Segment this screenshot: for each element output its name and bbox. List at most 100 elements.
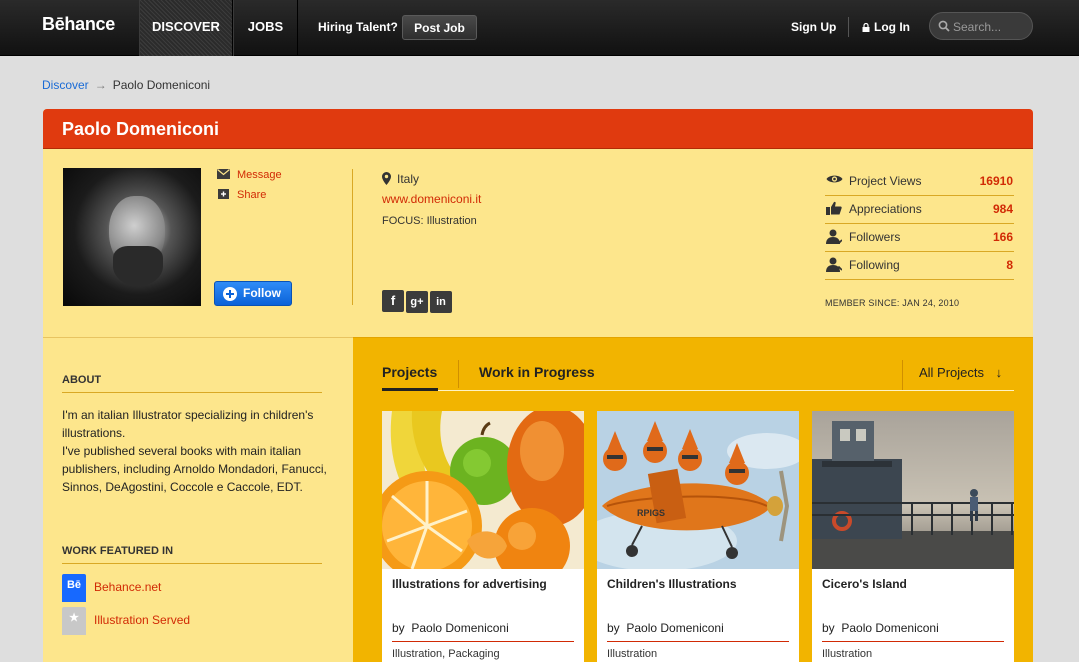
- tabs-baseline: [382, 390, 1014, 391]
- project-tile[interactable]: Illustrations for advertising by Paolo D…: [382, 411, 584, 662]
- all-projects-label: All Projects: [919, 365, 985, 380]
- avatar-beard: [113, 246, 163, 286]
- author-link[interactable]: Paolo Domeniconi: [841, 621, 938, 635]
- profile-name: Paolo Domeniconi: [62, 119, 220, 139]
- profile-card: Paolo Domeniconi Message Share Follow It…: [43, 109, 1033, 662]
- about-text: I'm an italian Illustrator specializing …: [62, 406, 332, 496]
- by-prefix: by: [392, 621, 405, 635]
- envelope-icon: [217, 169, 230, 179]
- top-navigation-bar: Bēhance DISCOVER JOBS Hiring Talent? Pos…: [0, 0, 1079, 56]
- thumbs-up-icon: [826, 201, 842, 215]
- featured-label: Behance.net: [94, 580, 162, 595]
- profile-divider: [352, 169, 353, 305]
- plus-circle-icon: [223, 287, 237, 301]
- stat-appreciations: Appreciations 984: [825, 196, 1014, 224]
- illustration-served-badge-icon: ★: [62, 607, 86, 635]
- focus-label: FOCUS: Illustration: [382, 215, 477, 227]
- location: Italy: [382, 172, 419, 186]
- project-title[interactable]: Illustrations for advertising: [392, 577, 547, 591]
- profile-header: Paolo Domeniconi: [43, 109, 1033, 149]
- author-link[interactable]: Paolo Domeniconi: [626, 621, 723, 635]
- behance-badge-icon: Bē: [62, 574, 86, 602]
- log-in-link[interactable]: Log In: [862, 20, 910, 34]
- member-since: MEMBER SINCE: JAN 24, 2010: [825, 298, 960, 308]
- project-title[interactable]: Children's Illustrations: [607, 577, 737, 591]
- author-link[interactable]: Paolo Domeniconi: [411, 621, 508, 635]
- tab-projects[interactable]: Projects: [382, 364, 437, 380]
- breadcrumb: Discover → Paolo Domeniconi: [42, 78, 210, 92]
- log-in-label: Log In: [874, 20, 910, 34]
- nav-divider: [848, 17, 849, 37]
- svg-text:RPIGS: RPIGS: [637, 508, 665, 518]
- by-prefix: by: [822, 621, 835, 635]
- stat-label: Followers: [849, 230, 901, 244]
- about-paragraph: I'm an italian Illustrator specializing …: [62, 408, 327, 494]
- stat-label: Following: [849, 258, 900, 272]
- follow-label: Follow: [243, 286, 281, 300]
- island-illustration: [812, 411, 1014, 569]
- about-sidebar: ABOUT I'm an italian Illustrator special…: [43, 337, 353, 662]
- behance-logo[interactable]: Bēhance: [42, 14, 115, 35]
- stat-project-views: Project Views 16910: [825, 168, 1014, 196]
- stat-label: Project Views: [849, 174, 922, 188]
- breadcrumb-discover-link[interactable]: Discover: [42, 78, 89, 92]
- featured-item-illustration-served[interactable]: ★ Illustration Served: [62, 607, 190, 635]
- message-link[interactable]: Message: [217, 169, 282, 181]
- share-link[interactable]: Share: [217, 189, 266, 201]
- project-title[interactable]: Cicero's Island: [822, 577, 907, 591]
- breadcrumb-arrow: →: [94, 78, 107, 92]
- all-projects-dropdown[interactable]: All Projects ↓: [902, 360, 1002, 390]
- project-thumbnail[interactable]: RPIGS: [597, 411, 799, 569]
- project-tile[interactable]: RPIGS Children's Illustrations by Paolo …: [597, 411, 799, 662]
- sign-up-link[interactable]: Sign Up: [791, 20, 836, 34]
- location-label: Italy: [397, 172, 420, 186]
- project-tile[interactable]: Cicero's Island by Paolo Domeniconi Illu…: [812, 411, 1014, 662]
- social-links: f g+ in: [382, 290, 454, 313]
- search-input[interactable]: [953, 18, 1029, 35]
- follow-button[interactable]: Follow: [214, 281, 292, 306]
- search-icon: [938, 20, 950, 32]
- stat-followers: Followers 166: [825, 224, 1014, 252]
- about-title: ABOUT: [62, 374, 322, 393]
- stat-label: Appreciations: [849, 202, 922, 216]
- work-panel: Projects Work in Progress All Projects ↓: [353, 337, 1033, 662]
- plus-box-icon: [218, 189, 229, 199]
- stat-value: 8: [1006, 258, 1013, 272]
- featured-title: WORK FEATURED IN: [62, 545, 322, 564]
- profile-stats: Project Views 16910 Appreciations 984 Fo…: [825, 168, 1014, 280]
- active-tab-indicator: [382, 388, 438, 391]
- linkedin-icon[interactable]: in: [430, 291, 452, 313]
- post-job-button[interactable]: Post Job: [402, 15, 477, 40]
- project-thumbnail[interactable]: [812, 411, 1014, 569]
- fruit-illustration: [382, 411, 584, 569]
- featured-item-behance[interactable]: Bē Behance.net: [62, 574, 161, 602]
- followers-icon: [826, 229, 842, 244]
- project-author: by Paolo Domeniconi: [607, 621, 789, 642]
- lock-icon: [862, 23, 870, 32]
- message-label: Message: [237, 169, 282, 181]
- by-prefix: by: [607, 621, 620, 635]
- nav-tab-discover[interactable]: DISCOVER: [139, 0, 233, 56]
- project-thumbnail[interactable]: [382, 411, 584, 569]
- following-icon: [826, 257, 842, 272]
- stat-following: Following 8: [825, 252, 1014, 280]
- google-plus-icon[interactable]: g+: [406, 291, 428, 313]
- breadcrumb-current: Paolo Domeniconi: [112, 78, 211, 92]
- avatar: [63, 168, 201, 306]
- map-pin-icon: [382, 172, 391, 185]
- share-label: Share: [237, 189, 267, 201]
- project-tags: Illustration, Packaging: [392, 648, 500, 660]
- facebook-icon[interactable]: f: [382, 290, 404, 312]
- arrow-down-icon: ↓: [995, 365, 1003, 380]
- website-link[interactable]: www.domeniconi.it: [382, 192, 481, 206]
- tab-work-in-progress[interactable]: Work in Progress: [479, 364, 595, 380]
- featured-label: Illustration Served: [94, 613, 191, 628]
- search-box[interactable]: [929, 12, 1033, 40]
- project-author: by Paolo Domeniconi: [822, 621, 1004, 642]
- project-tags: Illustration: [822, 648, 873, 660]
- tab-divider: [458, 360, 459, 388]
- eye-icon: [826, 175, 843, 183]
- project-tags: Illustration: [607, 648, 658, 660]
- nav-tab-jobs[interactable]: JOBS: [233, 0, 298, 56]
- project-author: by Paolo Domeniconi: [392, 621, 574, 642]
